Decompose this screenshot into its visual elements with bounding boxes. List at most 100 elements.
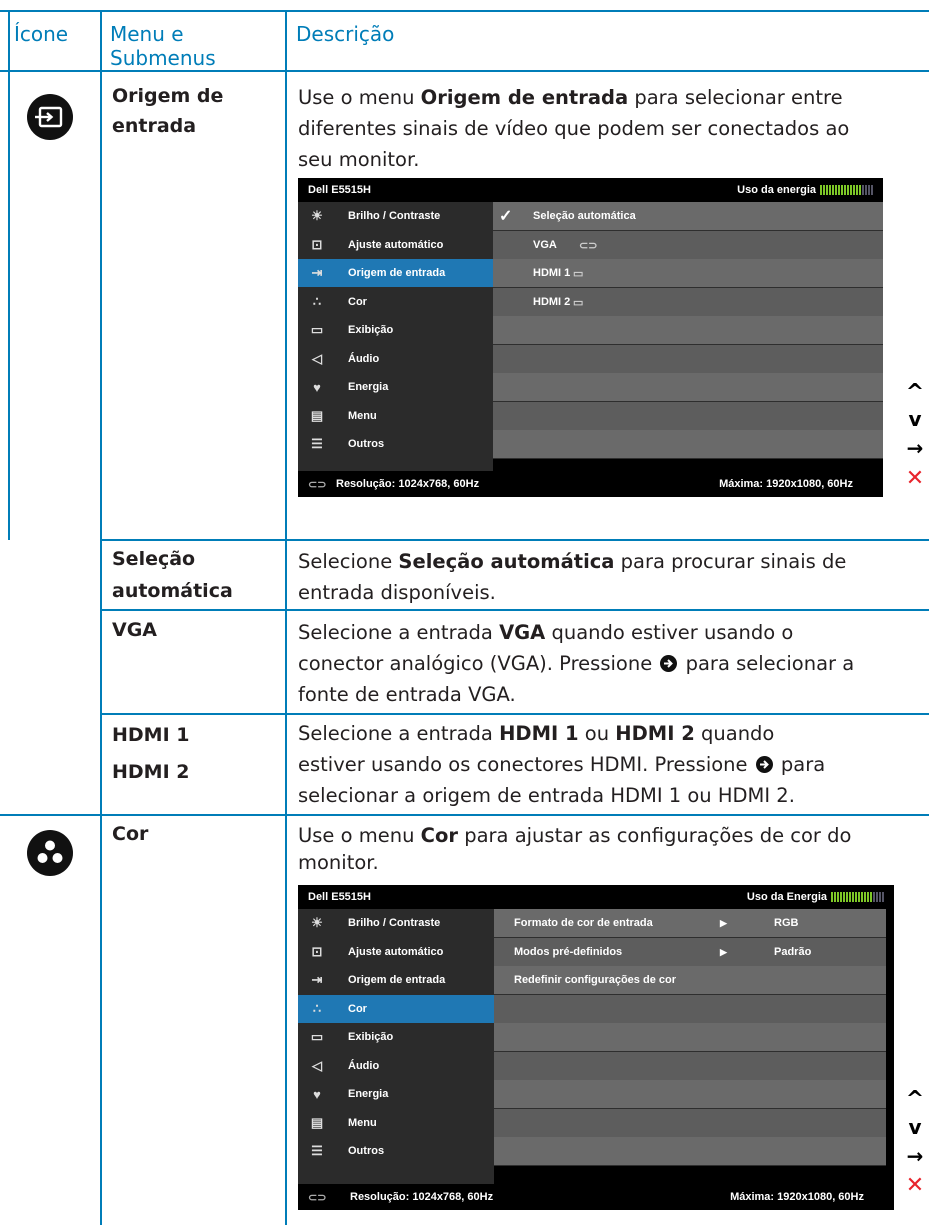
hdmi-connector-icon: ▭ — [573, 268, 584, 280]
menu-hdmi2: HDMI 2 — [112, 761, 190, 783]
osd-menu-item-label: Origem de entrada — [348, 974, 446, 986]
down-button[interactable]: v — [903, 407, 927, 431]
others-icon: ☰ — [311, 436, 323, 451]
menu-cor: Cor — [112, 823, 149, 845]
desc-auto-post: para procurar sinais de — [614, 550, 847, 573]
osd-menu-item[interactable]: ▭ Exibição — [298, 1023, 494, 1051]
down-button-2[interactable]: v — [903, 1115, 927, 1139]
osd-option-row[interactable]: Modos pré-definidos ▶ Padrão — [494, 937, 886, 967]
desc-origem-bold: Origem de entrada — [420, 86, 629, 109]
osd-option-row — [494, 1108, 886, 1138]
desc-origem-l1-pre: Use o menu — [298, 86, 421, 109]
desc-hdmi-l2-post: para — [774, 753, 826, 776]
menu-auto-line1: Seleção — [112, 548, 196, 570]
desc-hdmi-l3: selecionar a origem de entrada HDMI 1 ou… — [298, 784, 795, 807]
energy-bar — [873, 892, 875, 902]
header-menu-line2: Submenus — [110, 46, 216, 70]
osd-menu-item[interactable]: ☰ Outros — [298, 430, 493, 458]
desc-cor-pre: Use o menu — [298, 824, 421, 847]
menu-origem-line1: Origem de — [112, 85, 224, 107]
input-source-icon: ⇥ — [311, 265, 323, 280]
osd-menu-item[interactable]: ▤ Menu — [298, 1109, 494, 1137]
desc-vga-pre: Selecione a entrada — [298, 621, 500, 644]
menu-vga: VGA — [112, 619, 158, 641]
desc-origem-l2: diferentes sinais de vídeo que podem ser… — [298, 117, 850, 140]
osd-option-row — [494, 1137, 886, 1166]
osd-menu-item[interactable]: ⊡ Ajuste automático — [298, 231, 493, 259]
desc-vga: Selecione a entrada VGA quando estiver u… — [298, 617, 923, 710]
desc-vga-post: quando estiver usando o — [545, 621, 794, 644]
up-button[interactable]: ^ — [903, 380, 927, 405]
osd-menu-item[interactable]: ☀ Brilho / Contraste — [298, 909, 494, 937]
osd-option-row[interactable]: Redefinir configurações de cor — [494, 966, 886, 995]
desc-hdmi-bold1: HDMI 1 — [499, 722, 579, 745]
desc-vga-l2-pre: conector analógico (VGA). Pressione — [298, 652, 659, 675]
energy-icon: ♥ — [313, 1086, 321, 1102]
menu-icon: ▤ — [310, 407, 324, 423]
exit-button[interactable]: ✕ — [903, 466, 927, 491]
input-source-icon: ⇥ — [311, 972, 323, 987]
osd-option-row[interactable]: HDMI 1 ▭ — [493, 259, 883, 288]
color-icon: ∴ — [312, 293, 322, 309]
osd-menu-item-label: Outros — [348, 1145, 385, 1157]
energy-bar — [820, 185, 822, 195]
osd-menu-item[interactable]: ▤ Menu — [298, 402, 493, 430]
osd-option-label: HDMI 2 — [533, 295, 571, 308]
input-source-icon — [27, 94, 73, 140]
osd-menu-item[interactable]: ♥ Energia — [298, 1080, 494, 1108]
row-divider-auto — [100, 609, 929, 611]
osd-footer-resolution: Resolução: 1024x768, 60Hz — [336, 478, 480, 490]
energy-meter — [831, 892, 884, 902]
osd-menu-item-label: Ajuste automático — [348, 238, 444, 251]
menu-auto-line2: automática — [112, 580, 233, 602]
osd-menu-item[interactable]: ☀ Brilho / Contraste — [298, 202, 493, 230]
osd-menu-item[interactable]: ⊡ Ajuste automático — [298, 938, 494, 966]
osd-menu-item[interactable]: ∴ Cor — [298, 994, 494, 1023]
check-icon: ✓ — [499, 208, 513, 225]
osd-menu-item[interactable]: ⇥ Origem de entrada — [298, 966, 494, 994]
osd-menu-item[interactable]: ☰ Outros — [298, 1137, 494, 1165]
desc-hdmi-pre: Selecione a entrada — [298, 722, 500, 745]
energy-bar — [876, 892, 878, 902]
osd-option-row — [493, 373, 883, 402]
header-bottom-border — [0, 70, 929, 72]
color-icon — [27, 830, 73, 876]
osd-energy-label: Uso da energia — [737, 184, 816, 196]
osd-menu-item-label: Outros — [348, 438, 385, 450]
osd-option-row[interactable]: VGA ⊂⊃ — [493, 230, 883, 260]
desc-hdmi-mid: ou — [578, 722, 616, 745]
osd-menu-item-label: Brilho / Contraste — [348, 210, 441, 222]
osd-menu-item-label: Brilho / Contraste — [348, 917, 441, 929]
osd-option-row[interactable]: HDMI 2 ▭ — [493, 287, 883, 317]
osd-menu-item[interactable]: ⇥ Origem de entrada — [298, 259, 493, 287]
osd-footer: ⊂⊃ Resolução: 1024x768, 60Hz Máxima: 192… — [298, 471, 883, 497]
col-divider-1 — [100, 10, 102, 1225]
desc-origem-l3: seu monitor. — [298, 148, 420, 171]
energy-bar — [835, 185, 837, 195]
energy-bar — [829, 185, 831, 195]
osd-menu-item[interactable]: ♥ Energia — [298, 373, 493, 401]
osd-input-source: Dell E5515H Uso da energia ⊂⊃ Resolução:… — [298, 178, 883, 497]
osd-option-row[interactable]: ✓ Seleção automática — [493, 202, 883, 231]
enter-button-2[interactable]: → — [903, 1144, 927, 1168]
osd-menu-item[interactable]: ◁ Áudio — [298, 345, 493, 373]
exit-button-2[interactable]: ✕ — [903, 1173, 927, 1198]
osd2-footer-max: Máxima: 1920x1080, 60Hz — [730, 1191, 864, 1203]
osd-option-label: Seleção automática — [533, 210, 636, 222]
desc-origem-l1-post: para selecionar entre — [628, 86, 843, 109]
osd-option-row[interactable]: Formato de cor de entrada ▶ RGB — [494, 909, 886, 938]
up-button-2[interactable]: ^ — [903, 1087, 927, 1112]
desc-hdmi-bold2: HDMI 2 — [615, 722, 695, 745]
osd-menu-item-label: Cor — [348, 1002, 367, 1015]
menu-icon: ▤ — [310, 1114, 324, 1130]
vga-connector-icon: ⊂⊃ — [579, 239, 598, 252]
enter-button[interactable]: → — [903, 436, 927, 460]
osd-menu-item[interactable]: ◁ Áudio — [298, 1052, 494, 1080]
osd-option-label: Redefinir configurações de cor — [514, 974, 676, 986]
osd-menu-item[interactable]: ∴ Cor — [298, 288, 493, 316]
energy-bar — [861, 892, 863, 902]
osd-option-label: Formato de cor de entrada — [514, 917, 653, 929]
energy-bar — [853, 185, 855, 195]
osd-menu-item-label: Energia — [348, 1088, 389, 1100]
osd-menu-item[interactable]: ▭ Exibição — [298, 316, 493, 344]
